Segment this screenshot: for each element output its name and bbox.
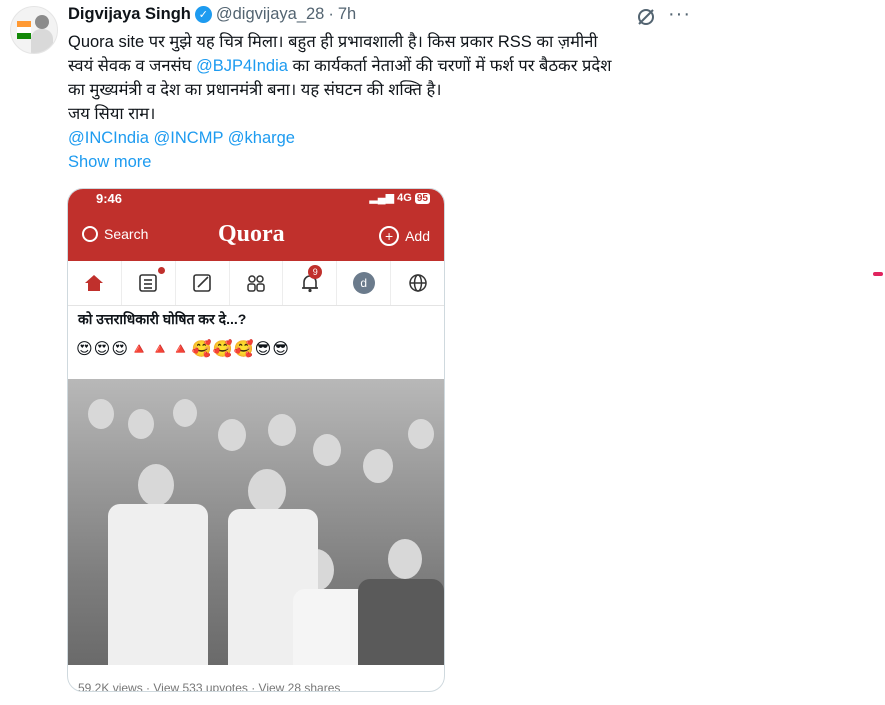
- more-options-icon[interactable]: ···: [668, 3, 691, 26]
- emoji-row: 😍😍😍🔺🔺🔺🥰🥰🥰😎😎: [76, 341, 290, 358]
- grok-icon[interactable]: [636, 7, 656, 27]
- spaces-icon: [230, 261, 284, 305]
- mention-incmp[interactable]: @INCMP: [154, 129, 224, 147]
- profile-letter: d: [352, 272, 375, 294]
- tweet-text: Quora site पर मुझे यह चित्र मिला। बहुत ह…: [68, 30, 708, 174]
- verified-badge-icon: ✓: [194, 6, 212, 23]
- phone-status-right: ▂▄▆ 4G 95: [369, 191, 430, 204]
- globe-icon: [391, 261, 444, 305]
- tweet-line-2: स्वयं सेवक व जनसंघ @BJP4India का कार्यकर…: [68, 54, 708, 78]
- question-fragment: को उत्तराधिकारी घोषित कर दे...?: [78, 311, 247, 327]
- separator-dot: ·: [328, 5, 334, 23]
- phone-status-bar: 9:46 ▂▄▆ 4G 95: [68, 189, 444, 208]
- home-icon: [68, 261, 122, 305]
- flag-graphic: [17, 21, 31, 39]
- mentions-line: @INCIndia @INCMP @kharge: [68, 126, 708, 150]
- quora-search-label: Search: [104, 226, 149, 242]
- author-avatar[interactable]: [10, 6, 58, 54]
- tweet-time[interactable]: 7h: [338, 5, 356, 24]
- quora-add-label: Add: [405, 228, 430, 244]
- quora-stats: 59.2K views · View 533 upvotes · View 28…: [78, 681, 341, 692]
- avatar-body: [31, 29, 53, 53]
- feed-icon: [122, 261, 176, 305]
- show-more-link[interactable]: Show more: [68, 150, 708, 174]
- battery-icon: 95: [414, 193, 430, 204]
- mention-bjp4india[interactable]: @BJP4India: [196, 57, 288, 75]
- quora-nav: 9 d: [68, 261, 444, 306]
- tweet-line-2-pre: स्वयं सेवक व जनसंघ: [68, 57, 196, 75]
- author-handle[interactable]: @digvijaya_28: [216, 5, 324, 24]
- avatar-head: [35, 15, 49, 29]
- plus-icon: +: [379, 226, 400, 246]
- red-mark: [873, 272, 883, 276]
- network-label: 4G: [397, 192, 412, 204]
- tweet-media-image[interactable]: 9:46 ▂▄▆ 4G 95 Search Quora + Add 9 d को…: [67, 188, 445, 692]
- search-icon: [82, 226, 98, 242]
- tweet-header: Digvijaya Singh ✓ @digvijaya_28 · 7h: [68, 5, 356, 24]
- tweet-line-1: Quora site पर मुझे यह चित्र मिला। बहुत ह…: [68, 33, 598, 51]
- mention-kharge[interactable]: @kharge: [228, 129, 295, 147]
- quora-search: Search: [82, 226, 148, 242]
- tweet-line-3: का मुख्यमंत्री व देश का प्रधानमंत्री बना…: [68, 81, 442, 99]
- signal-icon: ▂▄▆: [369, 192, 395, 204]
- quora-add: + Add: [379, 226, 430, 246]
- quora-header: Search Quora + Add: [68, 208, 444, 261]
- profile-avatar: d: [337, 261, 392, 305]
- quora-logo: Quora: [218, 221, 285, 247]
- author-name[interactable]: Digvijaya Singh: [68, 5, 191, 24]
- bell-icon: 9: [283, 261, 338, 305]
- mention-incindia[interactable]: @INCIndia: [68, 129, 149, 147]
- write-icon: [176, 261, 230, 305]
- tweet-line-2-post: का कार्यकर्ता नेताओं की चरणों में फर्श प…: [287, 57, 612, 75]
- group-photo: [68, 379, 444, 665]
- phone-time: 9:46: [96, 191, 123, 206]
- feed-dot-icon: [157, 267, 165, 274]
- tweet-line-4: जय सिया राम।: [68, 105, 156, 123]
